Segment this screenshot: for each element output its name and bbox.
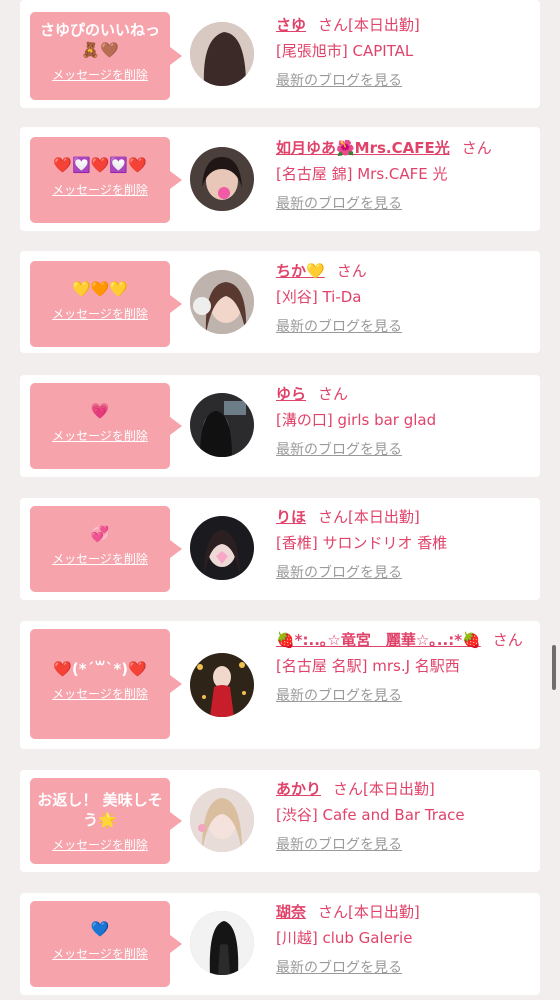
delete-message-link[interactable]: メッセージを削除	[30, 836, 170, 853]
shop-name: [渋谷] Cafe and Bar Trace	[276, 806, 465, 824]
honorific: さん	[336, 262, 367, 280]
avatar[interactable]	[190, 788, 254, 852]
list-item: 💞 メッセージを削除 りほ さん[本日出勤] [香椎] サロンドリオ 香椎 最新の…	[20, 498, 540, 600]
avatar[interactable]	[190, 147, 254, 211]
entry-info: りほ さん[本日出勤] [香椎] サロンドリオ 香椎 最新のブログを見る	[276, 506, 532, 582]
message-text: お返し！ 美味しそう🌟	[37, 791, 163, 829]
message-text: さゆぴのいいねっ🧸🤎	[39, 21, 160, 59]
list-item: さゆぴのいいねっ🧸🤎 メッセージを削除 さゆ さん[本日出勤] [尾張旭市] CA…	[20, 0, 540, 108]
delete-message-link[interactable]: メッセージを削除	[30, 550, 170, 567]
latest-blog-link[interactable]: 最新のブログを見る	[276, 318, 532, 336]
status-badge: [本日出勤]	[348, 903, 420, 921]
avatar[interactable]	[190, 911, 254, 975]
honorific: さん	[318, 385, 349, 403]
status-badge: [本日出勤]	[363, 780, 435, 798]
honorific: さん	[461, 139, 492, 157]
latest-blog-link[interactable]: 最新のブログを見る	[276, 836, 532, 854]
avatar-photo	[190, 788, 254, 852]
avatar-photo	[190, 653, 254, 717]
message-bubble: ❤️(*´꒳`*)❤️ メッセージを削除	[30, 629, 182, 739]
entry-info: さゆ さん[本日出勤] [尾張旭市] CAPITAL 最新のブログを見る	[276, 14, 532, 90]
message-bubble: さゆぴのいいねっ🧸🤎 メッセージを削除	[30, 12, 182, 100]
shop-name: [尾張旭市] CAPITAL	[276, 42, 414, 60]
shop-name: [川越] club Galerie	[276, 929, 413, 947]
shop-name: [溝の口] girls bar glad	[276, 411, 437, 429]
latest-blog-link[interactable]: 最新のブログを見る	[276, 72, 532, 90]
avatar-photo	[190, 393, 254, 457]
status-badge: [本日出勤]	[348, 16, 420, 34]
sender-name-link[interactable]: ゆら	[276, 385, 306, 403]
avatar[interactable]	[190, 653, 254, 717]
list-item: ❤️(*´꒳`*)❤️ メッセージを削除 🍓*:..｡☆竜宮 麗華☆｡..:*🍓…	[20, 621, 540, 749]
honorific: さん	[318, 16, 349, 34]
avatar-photo	[190, 516, 254, 580]
latest-blog-link[interactable]: 最新のブログを見る	[276, 441, 532, 459]
status-badge: [本日出勤]	[348, 508, 420, 526]
latest-blog-link[interactable]: 最新のブログを見る	[276, 195, 532, 213]
message-bubble: 💛🧡💛 メッセージを削除	[30, 261, 182, 347]
message-text: 💙	[90, 920, 110, 938]
sender-name-link[interactable]: さゆ	[276, 16, 306, 34]
message-text: ❤️(*´꒳`*)❤️	[53, 660, 147, 678]
entry-info: 如月ゆあ🌺Mrs.CAFE光 さん [名古屋 錦] Mrs.CAFE 光 最新のブ…	[276, 137, 532, 213]
message-text: 💛🧡💛	[71, 280, 129, 298]
delete-message-link[interactable]: メッセージを削除	[30, 945, 170, 962]
honorific: さん	[492, 631, 523, 649]
entry-info: あかり さん[本日出勤] [渋谷] Cafe and Bar Trace 最新のブ…	[276, 778, 532, 854]
shop-name: [名古屋 名駅] mrs.J 名駅西	[276, 657, 460, 675]
shop-name: [名古屋 錦] Mrs.CAFE 光	[276, 165, 448, 183]
honorific: さん	[333, 780, 364, 798]
avatar-photo	[190, 22, 254, 86]
sender-name-link[interactable]: 瑚奈	[276, 903, 306, 921]
message-text: ❤️💟❤️💟❤️	[53, 156, 147, 174]
entry-info: ゆら さん [溝の口] girls bar glad 最新のブログを見る	[276, 383, 532, 459]
message-bubble: お返し！ 美味しそう🌟 メッセージを削除	[30, 778, 182, 864]
message-text: 💞	[90, 525, 110, 543]
sender-name-link[interactable]: ちか💛	[276, 262, 325, 280]
message-text: 💗	[90, 402, 110, 420]
delete-message-link[interactable]: メッセージを削除	[30, 305, 170, 322]
list-item: ❤️💟❤️💟❤️ メッセージを削除 如月ゆあ🌺Mrs.CAFE光 さん [名古屋 …	[20, 127, 540, 231]
sender-name-link[interactable]: 如月ゆあ🌺Mrs.CAFE光	[276, 139, 450, 157]
latest-blog-link[interactable]: 最新のブログを見る	[276, 564, 532, 582]
scrollbar-thumb[interactable]	[552, 645, 556, 690]
honorific: さん	[318, 903, 349, 921]
message-bubble: 💗 メッセージを削除	[30, 383, 182, 469]
message-bubble: ❤️💟❤️💟❤️ メッセージを削除	[30, 137, 182, 223]
honorific: さん	[318, 508, 349, 526]
avatar-photo	[190, 270, 254, 334]
message-bubble: 💙 メッセージを削除	[30, 901, 182, 987]
delete-message-link[interactable]: メッセージを削除	[30, 427, 170, 444]
avatar[interactable]	[190, 270, 254, 334]
list-item: 💛🧡💛 メッセージを削除 ちか💛 さん [刈谷] Ti-Da 最新のブログを見る	[20, 251, 540, 353]
list-item: 💗 メッセージを削除 ゆら さん [溝の口] girls bar glad 最新の…	[20, 375, 540, 477]
shop-name: [香椎] サロンドリオ 香椎	[276, 534, 448, 552]
entry-info: 瑚奈 さん[本日出勤] [川越] club Galerie 最新のブログを見る	[276, 901, 532, 977]
sender-name-link[interactable]: あかり	[276, 780, 321, 798]
entry-info: ちか💛 さん [刈谷] Ti-Da 最新のブログを見る	[276, 260, 532, 336]
avatar-photo	[190, 147, 254, 211]
delete-message-link[interactable]: メッセージを削除	[30, 181, 170, 198]
list-item: お返し！ 美味しそう🌟 メッセージを削除 あかり さん[本日出勤] [渋谷] Ca…	[20, 770, 540, 872]
message-bubble: 💞 メッセージを削除	[30, 506, 182, 592]
avatar[interactable]	[190, 22, 254, 86]
avatar[interactable]	[190, 393, 254, 457]
delete-message-link[interactable]: メッセージを削除	[30, 685, 170, 702]
sender-name-link[interactable]: りほ	[276, 508, 306, 526]
latest-blog-link[interactable]: 最新のブログを見る	[276, 687, 532, 705]
list-item: 💙 メッセージを削除 瑚奈 さん[本日出勤] [川越] club Galerie …	[20, 893, 540, 995]
shop-name: [刈谷] Ti-Da	[276, 288, 362, 306]
sender-name-link[interactable]: 🍓*:..｡☆竜宮 麗華☆｡..:*🍓	[276, 631, 481, 649]
avatar-photo	[190, 911, 254, 975]
avatar[interactable]	[190, 516, 254, 580]
delete-message-link[interactable]: メッセージを削除	[30, 66, 170, 83]
latest-blog-link[interactable]: 最新のブログを見る	[276, 959, 532, 977]
entry-info: 🍓*:..｡☆竜宮 麗華☆｡..:*🍓 さん [名古屋 名駅] mrs.J 名駅西…	[276, 629, 532, 705]
